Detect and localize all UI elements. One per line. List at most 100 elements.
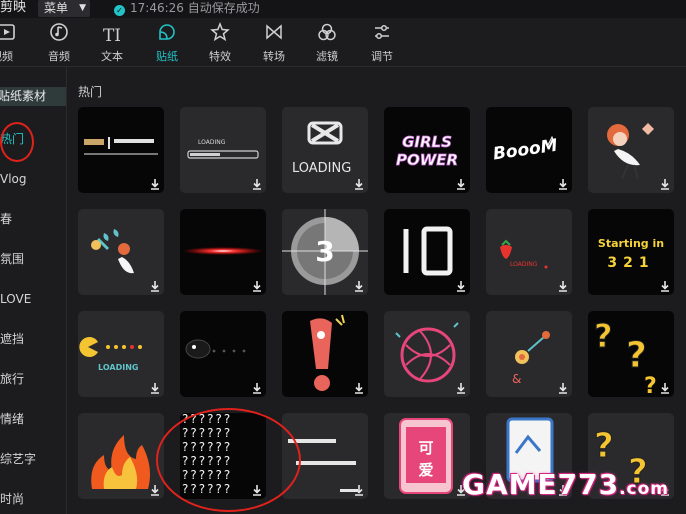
tab-text[interactable]: TI 文本	[97, 18, 127, 66]
download-icon[interactable]	[556, 279, 570, 293]
section-title: 热门	[78, 85, 103, 99]
download-icon[interactable]	[148, 381, 162, 395]
sticker-boooom[interactable]: BoooM	[486, 107, 572, 193]
sticker-keai-card[interactable]: 可爱	[384, 413, 470, 499]
sticker-strawberry-loading[interactable]: LOADING	[486, 209, 572, 295]
sticker-starting-countdown[interactable]: Starting in 321	[588, 209, 674, 295]
tab-adjust-label: 调节	[371, 50, 393, 63]
sticker-black-bird[interactable]	[180, 311, 266, 397]
svg-text:GIRLS: GIRLS	[402, 133, 452, 151]
annotation-ellipse	[156, 408, 301, 512]
sticker-question-marks-yellow[interactable]: ???	[588, 311, 674, 397]
download-icon[interactable]	[556, 177, 570, 191]
sticker-library-header[interactable]: 贴纸素材	[0, 87, 66, 106]
tab-video[interactable]: 视频	[0, 18, 20, 66]
sidebar-item-cover[interactable]: 遮挡	[0, 331, 66, 347]
sidebar-item-travel[interactable]: 旅行	[0, 371, 66, 387]
download-icon[interactable]	[352, 483, 366, 497]
download-icon[interactable]	[352, 177, 366, 191]
watermark-suffix: .com	[619, 479, 670, 499]
sticker-red-light-flare[interactable]	[180, 209, 266, 295]
sticker-girl-with-leaves[interactable]	[78, 209, 164, 295]
watermark-text: GAME773	[462, 468, 620, 501]
sticker-fire[interactable]	[78, 413, 164, 499]
sticker-caption: LOADING	[198, 139, 226, 146]
download-icon[interactable]	[454, 177, 468, 191]
sticker-countdown-three[interactable]: 3	[282, 209, 368, 295]
transition-icon	[259, 22, 289, 50]
download-icon[interactable]	[658, 177, 672, 191]
download-icon[interactable]	[556, 381, 570, 395]
svg-text:Starting in: Starting in	[598, 237, 664, 250]
chevron-down-icon: ▼	[79, 3, 86, 13]
audio-icon	[44, 22, 74, 50]
download-icon[interactable]	[250, 177, 264, 191]
download-icon[interactable]	[658, 381, 672, 395]
sidebar-item-spring[interactable]: 春	[0, 211, 66, 227]
sticker-capcut-loading[interactable]: LOADING	[282, 107, 368, 193]
check-icon: ✓	[114, 5, 125, 16]
download-icon[interactable]	[454, 279, 468, 293]
download-icon[interactable]	[250, 279, 264, 293]
site-watermark: GAME773.com	[462, 468, 669, 501]
svg-text:3: 3	[315, 235, 334, 268]
download-icon[interactable]	[658, 279, 672, 293]
text-icon: TI	[102, 26, 122, 46]
sticker-capcut-text-frame[interactable]	[78, 107, 164, 193]
sidebar-item-emotion[interactable]: 情绪	[0, 411, 66, 427]
download-icon[interactable]	[148, 177, 162, 191]
svg-text:321: 321	[607, 255, 654, 271]
sticker-girl-with-flowers[interactable]	[588, 107, 674, 193]
sticker-exclamation-mark[interactable]	[282, 311, 368, 397]
download-icon[interactable]	[148, 279, 162, 293]
filter-icon	[312, 22, 342, 50]
main-toolbar: 视频 音频 TI 文本 贴纸 特效 转场 滤镜	[0, 18, 686, 67]
tab-audio-label: 音频	[48, 50, 70, 63]
tab-filter-label: 滤镜	[316, 50, 338, 63]
sidebar-item-atmosphere[interactable]: 氛围	[0, 251, 66, 267]
svg-text:?: ?	[644, 374, 657, 397]
sticker-girls-power[interactable]: GIRLS POWER	[384, 107, 470, 193]
tab-filter[interactable]: 滤镜	[312, 18, 342, 66]
sticker-loading-bar[interactable]: LOADING	[180, 107, 266, 193]
sticker-category-sidebar: 贴纸素材 热门 Vlog 春 氛围 LOVE 遮挡 旅行 情绪 综艺字 时尚	[0, 67, 67, 514]
sidebar-item-fashion[interactable]: 时尚	[0, 491, 66, 507]
adjust-icon	[367, 22, 397, 50]
effects-icon	[205, 21, 235, 50]
download-icon[interactable]	[352, 279, 366, 293]
tab-sticker-label: 贴纸	[156, 50, 178, 63]
top-bar: 剪映 菜单 ▼ ✓ 17:46:26 自动保存成功	[0, 0, 686, 18]
svg-text:BoooM: BoooM	[492, 136, 559, 165]
save-status-text: 17:46:26 自动保存成功	[130, 1, 260, 15]
menu-button[interactable]: 菜单 ▼	[38, 0, 90, 17]
svg-text:爱: 爱	[418, 461, 433, 479]
download-icon[interactable]	[148, 483, 162, 497]
download-icon[interactable]	[454, 381, 468, 395]
sidebar-item-vlog[interactable]: Vlog	[0, 171, 66, 187]
sticker-pacman-loading[interactable]: LOADING	[78, 311, 164, 397]
sticker-flowers-doodle[interactable]: &	[486, 311, 572, 397]
menu-label: 菜单	[44, 1, 69, 15]
tab-effects[interactable]: 特效	[205, 18, 235, 66]
tab-sticker[interactable]: 贴纸	[150, 18, 184, 66]
download-icon[interactable]	[352, 381, 366, 395]
sticker-caption: LOADING	[510, 261, 538, 268]
sticker-caption: LOADING	[98, 363, 139, 372]
sticker-digital-ten[interactable]	[384, 209, 470, 295]
tab-transition[interactable]: 转场	[259, 18, 289, 66]
tab-text-label: 文本	[101, 50, 123, 63]
download-icon[interactable]	[250, 381, 264, 395]
svg-text:POWER: POWER	[396, 151, 458, 169]
sidebar-item-variety-text[interactable]: 综艺字	[0, 451, 66, 467]
tab-transition-label: 转场	[263, 50, 285, 63]
sticker-icon	[150, 22, 184, 50]
sticker-library-label: 贴纸素材	[0, 89, 47, 103]
tab-audio[interactable]: 音频	[44, 18, 74, 66]
sticker-pink-yarn-ball[interactable]	[384, 311, 470, 397]
tab-effects-label: 特效	[209, 50, 231, 63]
svg-text:?: ?	[594, 317, 613, 355]
svg-text:可: 可	[418, 439, 433, 457]
sidebar-item-love[interactable]: LOVE	[0, 291, 66, 307]
video-icon	[0, 22, 20, 50]
tab-adjust[interactable]: 调节	[367, 18, 397, 66]
